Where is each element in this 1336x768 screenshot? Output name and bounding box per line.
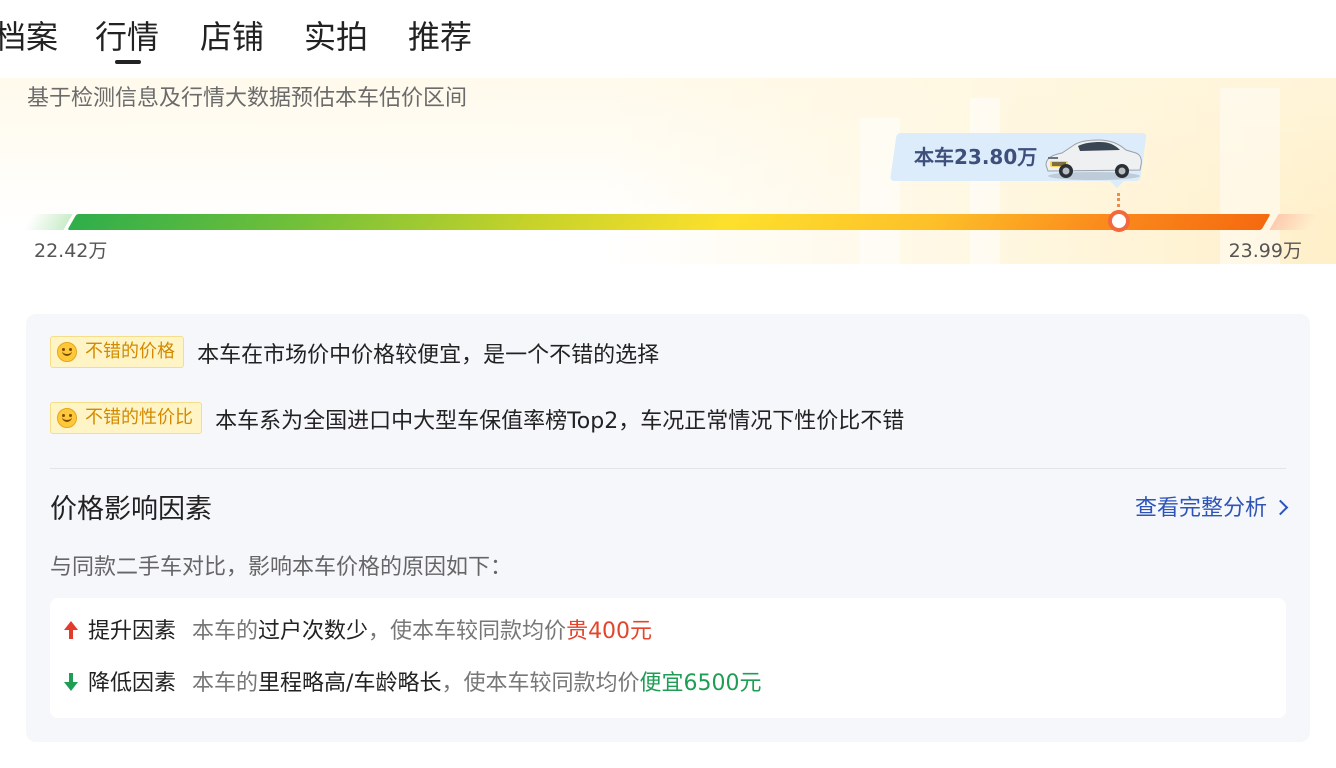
factor-down-middle: ，使本车较同款均价 bbox=[441, 671, 640, 696]
bar-gradient bbox=[67, 214, 1271, 230]
evaluation-item-value: 不错的性价比 本车系为全国进口中大型车保值率榜Top2，车况正常情况下性价比不错 bbox=[50, 402, 905, 440]
tab-recommend[interactable]: 推荐 bbox=[408, 16, 472, 58]
price-range-subtitle: 基于检测信息及行情大数据预估本车估价区间 bbox=[27, 86, 468, 111]
factor-up-prefix: 本车的 bbox=[192, 619, 259, 644]
view-full-analysis-link[interactable]: 查看完整分析 bbox=[1134, 492, 1289, 526]
good-value-badge: 不错的性价比 bbox=[50, 402, 202, 434]
smile-icon bbox=[57, 342, 77, 362]
factor-down-reason: 里程略高/车龄略长 bbox=[258, 671, 442, 696]
price-page: 档案 行情 店铺 实拍 推荐 基于检测信息及行情大数据预估本车估价区间 本车23… bbox=[0, 0, 1336, 768]
car-image-icon bbox=[1045, 139, 1142, 180]
tab-bar: 档案 行情 店铺 实拍 推荐 bbox=[0, 0, 1336, 70]
evaluation-card: 不错的价格 本车在市场价中价格较便宜，是一个不错的选择 不错的性价比 本车系为全… bbox=[26, 314, 1310, 742]
chevron-right-icon bbox=[1272, 499, 1289, 516]
factor-up-reason: 过户次数少 bbox=[258, 619, 369, 644]
current-price-marker bbox=[1108, 210, 1130, 232]
arrow-up-icon bbox=[64, 621, 78, 639]
factor-down-row: 降低因素 本车的里程略高/车龄略长，使本车较同款均价便宜6500元 bbox=[64, 667, 761, 701]
factor-down-prefix: 本车的 bbox=[192, 671, 259, 696]
smile-icon bbox=[57, 408, 77, 428]
factors-description: 与同款二手车对比，影响本车价格的原因如下： bbox=[50, 555, 513, 580]
decor-shape bbox=[970, 98, 1000, 268]
tab-market[interactable]: 行情 bbox=[95, 16, 159, 58]
bar-left-cap bbox=[23, 214, 73, 230]
current-price-bubble: 本车23.80万 bbox=[890, 133, 1148, 188]
factor-up-middle: ，使本车较同款均价 bbox=[368, 619, 567, 644]
evaluation-text: 本车在市场价中价格较便宜，是一个不错的选择 bbox=[197, 343, 660, 368]
evaluation-item-price: 不错的价格 本车在市场价中价格较便宜，是一个不错的选择 bbox=[50, 336, 660, 374]
factor-up-row: 提升因素 本车的过户次数少，使本车较同款均价贵400元 bbox=[64, 615, 652, 649]
link-label: 查看完整分析 bbox=[1134, 496, 1267, 521]
price-factors-title: 价格影响因素 bbox=[50, 494, 212, 525]
current-price-label: 本车23.80万 bbox=[914, 145, 1038, 169]
badge-label: 不错的价格 bbox=[85, 341, 175, 362]
active-tab-indicator bbox=[115, 60, 141, 64]
section-divider bbox=[50, 468, 1286, 469]
max-price-label: 23.99万 bbox=[1228, 240, 1302, 262]
factor-down-label: 降低因素 bbox=[88, 671, 177, 696]
badge-label: 不错的性价比 bbox=[85, 407, 193, 428]
factor-up-label: 提升因素 bbox=[88, 619, 177, 644]
tab-photos[interactable]: 实拍 bbox=[304, 16, 368, 58]
factors-list: 提升因素 本车的过户次数少，使本车较同款均价贵400元 降低因素 本车的里程略高/车… bbox=[50, 598, 1286, 718]
factor-down-value: 便宜6500元 bbox=[639, 671, 762, 696]
min-price-label: 22.42万 bbox=[34, 240, 108, 262]
tab-archive[interactable]: 档案 bbox=[0, 16, 58, 58]
factor-up-value: 贵400元 bbox=[566, 619, 653, 644]
bar-right-cap bbox=[1269, 214, 1319, 230]
good-price-badge: 不错的价格 bbox=[50, 336, 184, 368]
tab-shop[interactable]: 店铺 bbox=[200, 16, 264, 58]
arrow-down-icon bbox=[64, 673, 78, 691]
evaluation-text: 本车系为全国进口中大型车保值率榜Top2，车况正常情况下性价比不错 bbox=[215, 409, 905, 434]
